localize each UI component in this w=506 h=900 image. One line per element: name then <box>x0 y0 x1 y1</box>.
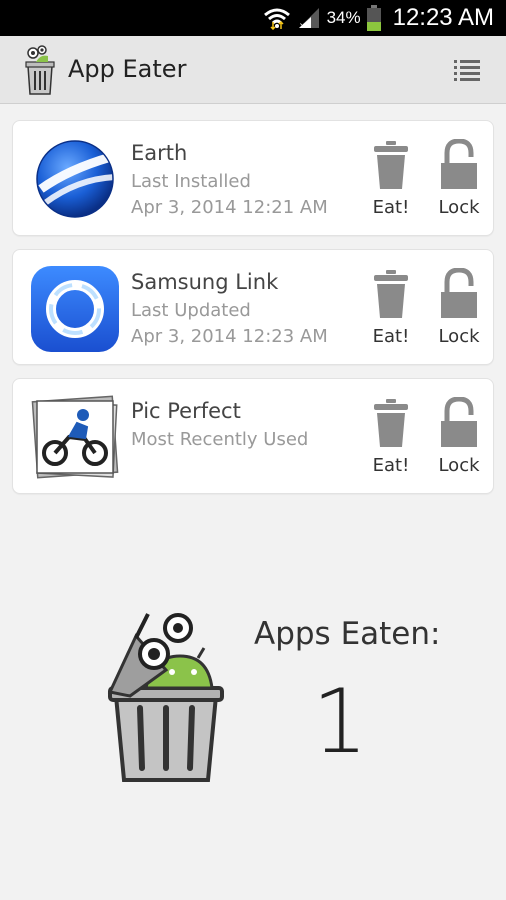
signal-icon: × <box>297 7 321 29</box>
apps-eaten-label: Apps Eaten: <box>254 616 441 652</box>
action-bar: App Eater <box>0 36 506 104</box>
eat-label: Eat! <box>372 455 410 476</box>
trash-icon <box>374 141 408 189</box>
app-eater-mascot-icon <box>100 600 230 790</box>
eat-label: Eat! <box>372 197 410 218</box>
app-card-samsung-link[interactable]: Samsung Link Last Updated Apr 3, 2014 12… <box>12 249 494 365</box>
trash-icon <box>374 399 408 447</box>
eat-label: Eat! <box>372 326 410 347</box>
google-earth-icon <box>29 133 121 225</box>
trash-icon <box>374 270 408 318</box>
lock-label: Lock <box>438 326 480 347</box>
unlock-icon <box>441 397 477 447</box>
unlock-icon <box>441 139 477 189</box>
app-card-earth[interactable]: Earth Last Installed Apr 3, 2014 12:21 A… <box>12 120 494 236</box>
status-bar: × 34% 12:23 AM <box>0 0 506 36</box>
apps-eaten-count: 1 <box>312 670 368 773</box>
app-name: Pic Perfect <box>131 399 241 423</box>
lock-button[interactable]: Lock <box>429 268 489 356</box>
app-title: App Eater <box>68 55 187 83</box>
app-status-label: Last Installed <box>131 171 251 192</box>
app-card-pic-perfect[interactable]: Pic Perfect Most Recently Used Eat! Lock <box>12 378 494 494</box>
pic-perfect-icon <box>29 391 121 483</box>
app-status-label: Last Updated <box>131 300 251 321</box>
list-menu-icon[interactable] <box>448 54 488 86</box>
unlock-icon <box>441 268 477 318</box>
clock: 12:23 AM <box>392 4 494 31</box>
lock-button[interactable]: Lock <box>429 139 489 227</box>
battery-icon <box>366 5 381 31</box>
eat-button[interactable]: Eat! <box>361 397 421 485</box>
wifi-icon <box>263 6 291 30</box>
app-timestamp: Apr 3, 2014 12:23 AM <box>131 326 328 347</box>
lock-button[interactable]: Lock <box>429 397 489 485</box>
lock-label: Lock <box>438 455 480 476</box>
app-name: Earth <box>131 141 188 165</box>
samsung-link-icon <box>29 262 121 354</box>
svg-text:×: × <box>299 21 306 29</box>
lock-label: Lock <box>438 197 480 218</box>
eat-button[interactable]: Eat! <box>361 139 421 227</box>
app-timestamp: Apr 3, 2014 12:21 AM <box>131 197 328 218</box>
app-logo-icon <box>20 44 60 96</box>
app-name: Samsung Link <box>131 270 279 294</box>
eat-button[interactable]: Eat! <box>361 268 421 356</box>
battery-percent: 34% <box>326 8 361 27</box>
app-status-label: Most Recently Used <box>131 429 309 450</box>
